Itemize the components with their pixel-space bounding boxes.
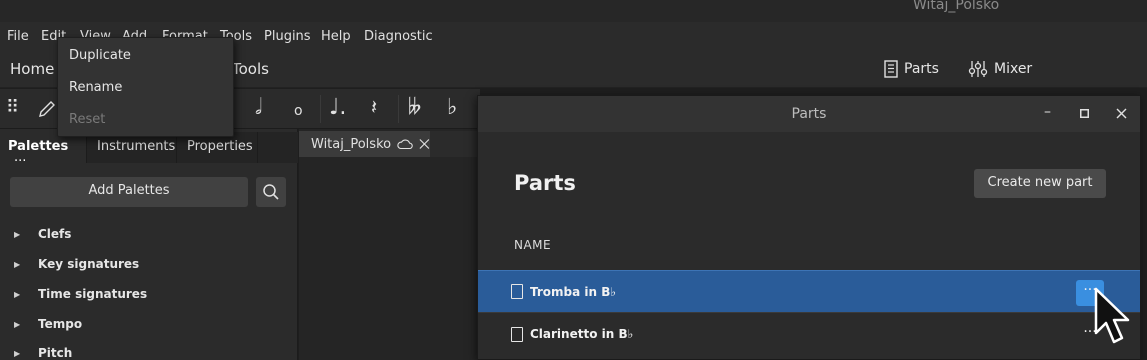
close-tab-icon[interactable]: [419, 138, 430, 150]
score-view[interactable]: [299, 129, 479, 360]
dialog-titlebar: Parts –: [478, 96, 1140, 132]
palette-search-button[interactable]: [256, 177, 286, 207]
create-new-part-button[interactable]: Create new part: [974, 169, 1106, 198]
menu-diagnostic[interactable]: Diagnostic: [364, 29, 433, 44]
menu-file[interactable]: File: [7, 29, 29, 44]
expand-arrow-icon: ▶: [14, 259, 21, 269]
mixer-button-label: Mixer: [994, 61, 1033, 77]
expand-arrow-icon: ▶: [14, 348, 21, 358]
dialog-title: Parts: [791, 106, 827, 122]
parts-icon: [884, 60, 898, 78]
document-tab-label: Witaj_Polsko: [311, 136, 392, 152]
parts-button[interactable]: Parts: [884, 60, 939, 78]
tab-strip-empty: [257, 132, 298, 163]
maximize-icon[interactable]: [1080, 109, 1089, 118]
menu-item-reset: Reset: [69, 112, 106, 127]
search-icon: [263, 184, 279, 200]
pencil-icon[interactable]: [37, 99, 57, 119]
flat-icon[interactable]: ♭: [447, 95, 457, 120]
palette-label: Clefs: [38, 227, 72, 241]
half-note-icon[interactable]: 𝅗𝅥: [255, 95, 262, 120]
mixer-button[interactable]: Mixer: [968, 60, 1032, 78]
mixer-icon: [968, 61, 988, 77]
drag-handle-icon[interactable]: ⠿: [6, 97, 19, 118]
menu-item-duplicate[interactable]: Duplicate: [69, 48, 131, 63]
double-flat-icon[interactable]: 𝄫: [408, 95, 421, 120]
document-tab[interactable]: Witaj_Polsko: [299, 131, 430, 157]
nav-home[interactable]: Home: [10, 60, 54, 78]
parts-dialog: Parts – Parts Create new part NAME Tromb…: [477, 95, 1141, 360]
part-context-menu: Duplicate Rename Reset: [57, 37, 234, 137]
whole-note-icon[interactable]: o: [294, 103, 303, 119]
palette-label: Pitch: [38, 346, 73, 360]
palette-key-signatures[interactable]: ▶ Key signatures: [14, 257, 139, 271]
cloud-icon: [397, 139, 413, 150]
parts-heading: Parts: [514, 171, 576, 195]
close-icon[interactable]: [1116, 108, 1127, 119]
document-icon: [511, 284, 523, 299]
window-title: Witaj_Polsko: [913, 0, 1000, 13]
palette-pitch[interactable]: ▶ Pitch: [14, 346, 72, 360]
nav-tools[interactable]: Tools: [232, 60, 269, 78]
expand-arrow-icon: ▶: [14, 229, 21, 239]
palette-clefs[interactable]: ▶ Clefs: [14, 227, 71, 241]
tab-palettes-label: Palettes: [8, 139, 69, 154]
column-header-name[interactable]: NAME: [514, 238, 551, 252]
document-icon: [511, 326, 523, 342]
expand-arrow-icon: ▶: [14, 319, 21, 329]
mouse-cursor-icon: [1094, 287, 1130, 344]
part-name: Tromba in B♭: [530, 284, 617, 299]
minimize-icon[interactable]: –: [1044, 104, 1051, 120]
toolbar-separator: [398, 95, 399, 123]
part-row-clarinetto[interactable]: Clarinetto in B♭ ···: [478, 313, 1140, 355]
menu-help[interactable]: Help: [321, 29, 351, 44]
window-titlebar: Witaj_Polsko: [0, 0, 1147, 22]
palette-label: Time signatures: [38, 287, 148, 301]
palette-label: Key signatures: [38, 257, 140, 271]
add-palettes-button[interactable]: Add Palettes: [10, 177, 248, 207]
palette-time-signatures[interactable]: ▶ Time signatures: [14, 287, 147, 301]
quarter-rest-icon[interactable]: 𝄽: [371, 95, 377, 119]
tab-strip: [430, 131, 480, 157]
palettes-menu-icon[interactable]: ···: [14, 154, 26, 169]
palette-label: Tempo: [38, 317, 83, 331]
menu-plugins[interactable]: Plugins: [264, 29, 311, 44]
parts-button-label: Parts: [904, 61, 939, 77]
menu-item-rename[interactable]: Rename: [69, 80, 122, 95]
palette-tempo[interactable]: ▶ Tempo: [14, 317, 82, 331]
expand-arrow-icon: ▶: [14, 289, 21, 299]
toolbar-separator: [320, 95, 321, 123]
part-row-tromba[interactable]: Tromba in B♭ ···: [478, 270, 1140, 312]
part-name: Clarinetto in B♭: [530, 327, 634, 341]
dotted-quarter-note-icon[interactable]: ♩.: [329, 95, 346, 120]
